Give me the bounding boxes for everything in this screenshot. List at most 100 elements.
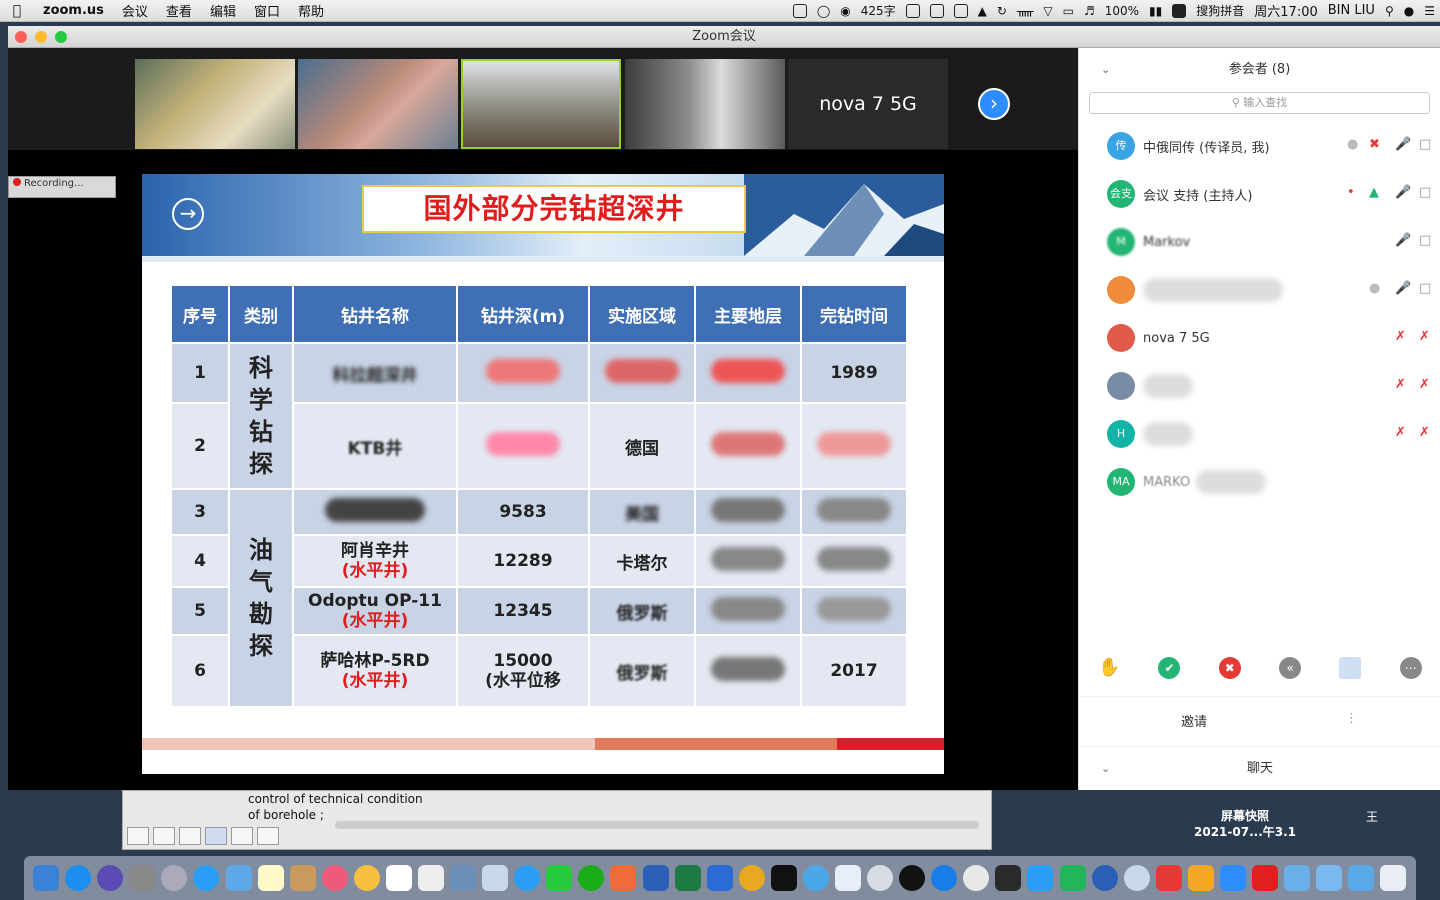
help-icon[interactable] (867, 865, 894, 891)
wechat-icon[interactable] (578, 865, 605, 891)
trash-icon[interactable] (1380, 865, 1407, 891)
skype-icon[interactable] (931, 865, 958, 891)
music-icon[interactable] (321, 865, 348, 891)
no-reaction-icon[interactable]: ✖ (1218, 657, 1241, 679)
recording-indicator[interactable]: Recording... (8, 176, 116, 198)
downloads-folder-icon[interactable] (1284, 865, 1311, 891)
zoom-window-button[interactable] (55, 31, 67, 43)
video-camera-icon[interactable]: □ (1419, 185, 1431, 200)
chat-bar[interactable]: ⌄ 聊天 (1079, 746, 1440, 790)
clock[interactable]: 周六17:00 (1249, 1, 1322, 20)
app-store-icon[interactable] (65, 865, 92, 891)
maps-icon[interactable] (738, 865, 765, 891)
participant-row[interactable]: M Markov 🎤 □ (1079, 218, 1440, 266)
more-options-button[interactable]: ⋮ (1345, 711, 1358, 726)
view-mode-icon-3[interactable] (179, 827, 201, 845)
activity-monitor-icon[interactable] (995, 865, 1022, 891)
menu-app[interactable]: zoom.us (34, 3, 113, 18)
desktop-file-snapshot[interactable]: 屏幕快照 2021-07...午3.1 (1194, 808, 1296, 840)
applications-folder-icon[interactable] (1348, 865, 1375, 891)
tool-status-icon-1[interactable] (901, 3, 925, 18)
window-titlebar[interactable]: Zoom会议 (8, 26, 1440, 48)
finder-icon[interactable] (33, 865, 60, 891)
word-icon[interactable] (642, 865, 669, 891)
spotlight-search-icon[interactable]: ⚲ (1380, 4, 1399, 18)
cloud-drive-icon[interactable] (802, 865, 829, 891)
raise-hand-icon[interactable]: ✋ (1098, 657, 1121, 679)
go-slower-icon[interactable]: « (1279, 657, 1302, 679)
view-mode-icon-2[interactable] (153, 827, 175, 845)
document-scrollbar[interactable] (335, 821, 979, 829)
chevron-down-icon[interactable]: ⌄ (1101, 48, 1110, 92)
apple-icon[interactable]:  (0, 3, 34, 19)
video-tile-4[interactable] (625, 59, 785, 149)
pinwheel-app-icon[interactable] (834, 865, 861, 891)
video-camera-icon[interactable]: □ (1419, 137, 1431, 152)
menu-meeting[interactable]: 会议 (113, 1, 157, 20)
video-off-icon[interactable]: ✗ (1419, 425, 1430, 440)
feishu-icon[interactable] (1027, 865, 1054, 891)
volume-icon[interactable]: ♬ (1079, 4, 1100, 18)
yes-reaction-icon[interactable]: ✔ (1158, 657, 1181, 679)
user-name[interactable]: BIN LIU (1323, 3, 1380, 18)
microphone-icon[interactable]: 🎤 (1395, 233, 1411, 248)
image-capture-icon[interactable] (482, 865, 509, 891)
menu-window[interactable]: 窗口 (245, 1, 289, 20)
participant-row[interactable]: ✗ ✗ (1079, 362, 1440, 410)
desktop-file-2[interactable]: 王 (1366, 808, 1378, 825)
screenshot-tool-icon[interactable] (610, 865, 637, 891)
calendar-icon[interactable] (385, 865, 412, 891)
participant-row[interactable]: 传 中俄同传 (传译员, 我) ● ✖ 🎤 □ (1079, 122, 1440, 170)
menu-help[interactable]: 帮助 (289, 1, 333, 20)
qq-icon[interactable] (899, 865, 926, 891)
preview-icon[interactable] (225, 865, 252, 891)
microphone-icon[interactable]: 🎤 (1395, 281, 1411, 296)
textedit-icon[interactable] (417, 865, 444, 891)
airplay-icon[interactable]: ▭ (1058, 4, 1079, 18)
participant-search-input[interactable]: ⚲ 输入查找 (1089, 92, 1430, 114)
iqiyi-icon[interactable] (1059, 865, 1086, 891)
network-tool-icon[interactable] (1123, 865, 1150, 891)
invite-button[interactable]: 邀请 (1181, 711, 1207, 730)
wifi-icon[interactable]: ▽ (1038, 4, 1057, 18)
video-tile-nova[interactable]: nova 7 5G (788, 59, 948, 149)
microphone-icon[interactable]: 🎤 (1395, 137, 1411, 152)
siri-icon[interactable]: ● (1399, 4, 1419, 18)
qq-status-icon[interactable]: ◯ (812, 4, 835, 18)
microphone-muted-icon[interactable]: ✗ (1395, 329, 1406, 344)
menu-edit[interactable]: 编辑 (201, 1, 245, 20)
microphone-muted-icon[interactable]: ✗ (1395, 425, 1406, 440)
view-mode-icon-1[interactable] (127, 827, 149, 845)
siri-app-icon[interactable] (97, 865, 124, 891)
video-camera-icon[interactable]: □ (1419, 233, 1431, 248)
youdao-icon[interactable] (1252, 865, 1278, 891)
participant-row[interactable]: 会支 会议 支持 (主持人) • ▲ 🎤 □ (1079, 170, 1440, 218)
mail-icon[interactable] (706, 865, 733, 891)
participant-row[interactable]: ● 🎤 □ (1079, 266, 1440, 314)
input-method[interactable]: 搜狗拼音 (1191, 2, 1249, 19)
video-off-icon[interactable]: ✗ (1419, 329, 1430, 344)
facetime-icon[interactable] (546, 865, 573, 891)
video-camera-icon[interactable]: □ (1419, 281, 1431, 296)
quicktime-icon[interactable] (1091, 865, 1118, 891)
photos-icon[interactable] (353, 865, 380, 891)
wechat-status-icon[interactable]: ◉ (835, 4, 855, 18)
go-faster-icon[interactable] (1339, 657, 1362, 679)
video-tile-2[interactable] (298, 59, 458, 149)
chrome-icon[interactable] (963, 865, 990, 891)
contacts-icon[interactable] (289, 865, 316, 891)
minimize-window-button[interactable] (35, 31, 47, 43)
view-mode-icon-6[interactable] (257, 827, 279, 845)
close-window-button[interactable] (15, 31, 27, 43)
sogou-icon[interactable] (1167, 3, 1191, 18)
notes-app-icon[interactable] (1187, 865, 1214, 891)
time-machine-icon[interactable]: ↻ (992, 4, 1012, 18)
battery-icon[interactable]: ▮▮ (1144, 4, 1167, 18)
menu-view[interactable]: 查看 (157, 1, 201, 20)
video-off-icon[interactable]: ✗ (1419, 377, 1430, 392)
tool-status-icon-2[interactable] (925, 3, 949, 18)
video-tile-3-active-speaker[interactable] (461, 59, 621, 149)
documents-folder-icon[interactable] (1316, 865, 1343, 891)
video-tile-1[interactable] (135, 59, 295, 149)
system-preferences-icon[interactable] (129, 865, 156, 891)
